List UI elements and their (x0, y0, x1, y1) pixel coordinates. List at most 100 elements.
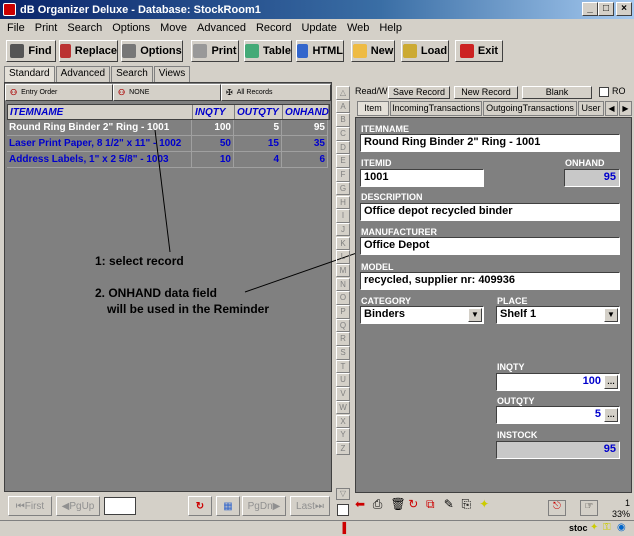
inqty-field[interactable]: 100… (496, 373, 620, 391)
record-number-input[interactable] (104, 497, 136, 515)
category-select[interactable]: Binders ▼ (360, 306, 484, 324)
tab-user[interactable]: User (578, 101, 604, 116)
onhand-field[interactable]: 95 (564, 169, 620, 187)
category-label: CATEGORY (361, 296, 412, 306)
lightbulb-icon[interactable]: ✦ (479, 497, 495, 515)
chevron-down-icon[interactable]: ▼ (604, 308, 618, 322)
alphabet-letter-r[interactable]: R (336, 332, 350, 346)
last-button[interactable]: Last ⏭ (290, 496, 330, 516)
chevron-down-icon[interactable]: ▼ (468, 308, 482, 322)
alphabet-letter-c[interactable]: C (336, 127, 350, 141)
alphabet-letter-a[interactable]: A (336, 99, 350, 114)
outqty-label: OUTQTY (497, 396, 535, 406)
alphabet-letter-m[interactable]: M (336, 263, 350, 278)
outqty-value: 5 (594, 408, 601, 420)
alphabet-letter-n[interactable]: N (336, 277, 350, 292)
alphabet-letter-w[interactable]: W (336, 400, 350, 415)
ro-checkbox[interactable] (599, 87, 609, 97)
alphabet-letter-t[interactable]: T (336, 359, 350, 374)
zoom-level: 33% (612, 509, 631, 519)
index-checkbox[interactable] (337, 504, 349, 516)
alphabet-letter-z[interactable]: Z (336, 441, 350, 456)
pgdn-button[interactable]: PgDn ▶ (242, 496, 286, 516)
tab-scroll-right-icon[interactable]: ▶ (619, 101, 632, 116)
model-field[interactable]: recycled, supplier nr: 409936 (360, 272, 620, 290)
pgdn-label: PgDn (247, 500, 273, 512)
globe-icon: ◉ (617, 522, 626, 533)
alphabet-letter-i[interactable]: I (336, 209, 350, 223)
alphabet-letter-s[interactable]: S (336, 346, 350, 360)
itemname-field[interactable]: Round Ring Binder 2" Ring - 1001 (360, 134, 620, 152)
alphabet-letter-u[interactable]: U (336, 373, 350, 387)
itemid-label: ITEMID (361, 158, 392, 168)
edit-icon[interactable]: ✎ (444, 497, 460, 515)
first-button[interactable]: ⏮ First (8, 496, 52, 516)
status-text: stoc (569, 523, 588, 533)
pgup-label: PgUp (69, 500, 95, 512)
instock-field[interactable]: 95 (496, 441, 620, 459)
new-record-button[interactable]: New Record (454, 86, 518, 99)
refresh-icon[interactable]: ↻ (408, 497, 424, 515)
alphabet-letter-d[interactable]: D (336, 140, 350, 155)
alphabet-letter-b[interactable]: B (336, 113, 350, 127)
alphabet-letter-f[interactable]: F (336, 168, 350, 182)
alphabet-letter-o[interactable]: O (336, 291, 350, 305)
readwrite-label: Read/W (355, 86, 388, 96)
save-record-button[interactable]: Save Record (388, 86, 450, 99)
tab-incoming-transactions[interactable]: IncomingTransactions (390, 101, 482, 116)
manufacturer-field[interactable]: Office Depot (360, 237, 620, 255)
alphabet-letter-p[interactable]: P (336, 305, 350, 319)
status-bar: ▐ stoc ✦ ⚿ ◉ (0, 520, 634, 536)
printer-icon[interactable]: ⎙ (373, 497, 389, 515)
alphabet-letter-v[interactable]: V (336, 387, 350, 401)
flag-icon: ▐ (339, 523, 347, 534)
alphabet-letter-h[interactable]: H (336, 195, 350, 209)
alphabet-letter-g[interactable]: G (336, 181, 350, 196)
lightbulb-icon: ✦ (590, 522, 599, 533)
place-value: Shelf 1 (500, 308, 537, 320)
hand-icon[interactable]: ☞ (580, 500, 598, 516)
record-navigation: ⏮ First ◀ PgUp ↻ ▦ PgDn ▶ Last ⏭ (4, 494, 332, 520)
description-label: DESCRIPTION (361, 192, 423, 202)
alphabet-letter-l[interactable]: L (336, 250, 350, 264)
description-field[interactable]: Office depot recycled binder (360, 203, 620, 221)
export-icon[interactable]: ⎋ (548, 500, 566, 516)
ellipsis-icon[interactable]: … (604, 408, 618, 422)
scroll-down-icon[interactable]: ▽ (336, 488, 350, 500)
status-count: 1 (625, 498, 631, 508)
ro-label: RO (612, 86, 626, 96)
blank-button[interactable]: Blank (522, 86, 592, 99)
scroll-up-icon[interactable]: △ (336, 86, 350, 100)
record-action-toolbar: ⬅ ⎙ 🗑 ↻ ⧉ ✎ ⎘ ✦ (355, 497, 495, 519)
color-grid-button[interactable]: ▦ (216, 496, 240, 516)
copy-record-icon[interactable]: ⧉ (426, 497, 442, 515)
model-label: MODEL (361, 262, 394, 272)
refresh-button[interactable]: ↻ (188, 496, 212, 516)
alphabet-letter-k[interactable]: K (336, 236, 350, 251)
alphabet-letter-j[interactable]: J (336, 222, 350, 237)
last-label: Last (296, 500, 315, 512)
back-arrow-icon[interactable]: ⬅ (355, 497, 371, 515)
itemname-label: ITEMNAME (361, 124, 409, 134)
tab-outgoing-transactions[interactable]: OutgoingTransactions (483, 101, 577, 116)
place-label: PLACE (497, 296, 528, 306)
tab-item[interactable]: Item (357, 101, 389, 116)
tab-scroll-left-icon[interactable]: ◀ (605, 101, 618, 116)
outqty-field[interactable]: 5… (496, 406, 620, 424)
trash-icon[interactable]: 🗑 (391, 497, 407, 515)
key-icon: ⚿ (603, 522, 611, 533)
category-value: Binders (364, 308, 405, 320)
alphabet-letter-q[interactable]: Q (336, 318, 350, 333)
pgup-button[interactable]: ◀ PgUp (56, 496, 100, 516)
manufacturer-label: MANUFACTURER (361, 227, 437, 237)
ellipsis-icon[interactable]: … (604, 375, 618, 389)
place-select[interactable]: Shelf 1 ▼ (496, 306, 620, 324)
alphabet-letter-e[interactable]: E (336, 154, 350, 168)
itemid-field[interactable]: 1001 (360, 169, 484, 187)
paste-icon[interactable]: ⎘ (462, 497, 478, 515)
alphabet-letter-x[interactable]: X (336, 414, 350, 428)
onhand-label: ONHAND (565, 158, 605, 168)
inqty-label: INQTY (497, 362, 525, 372)
instock-label: INSTOCK (497, 430, 538, 440)
alphabet-letter-y[interactable]: Y (336, 428, 350, 442)
